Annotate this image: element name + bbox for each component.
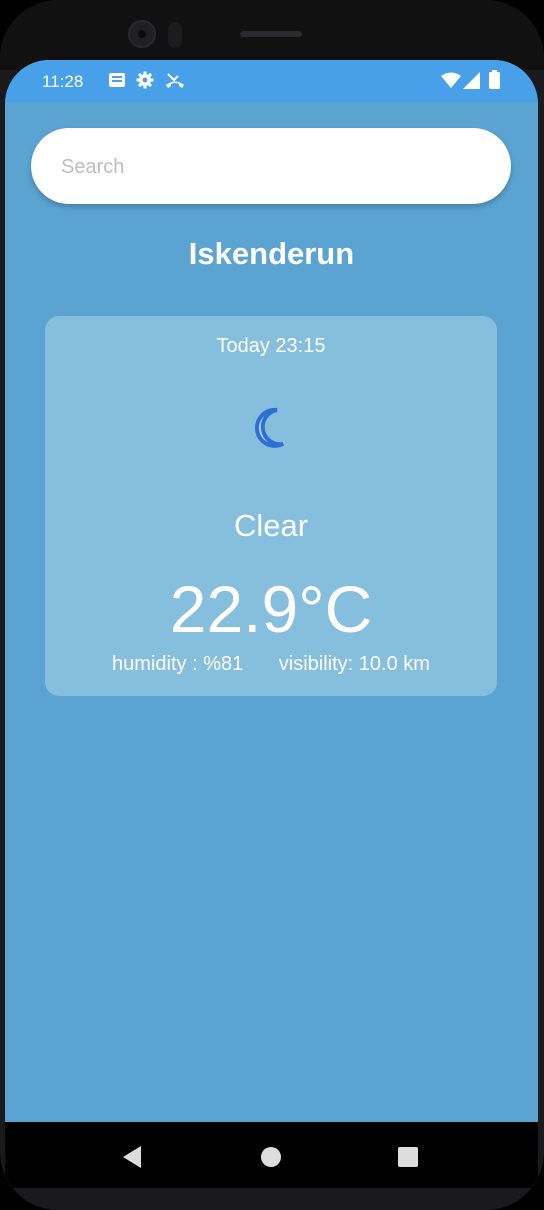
weather-datetime: Today 23:15	[216, 335, 326, 357]
status-bar: 11:28	[5, 60, 538, 102]
weather-card: Today 23:15 Clear 22.9°C humidity : %81 …	[45, 316, 497, 696]
city-title: Iskenderun	[188, 236, 355, 271]
back-icon[interactable]	[121, 1145, 143, 1174]
humidity-value: humidity : %81	[112, 653, 244, 675]
temperature: 22.9°C	[169, 572, 373, 646]
wifi-icon	[441, 72, 461, 94]
front-camera	[128, 20, 156, 48]
search-bar[interactable]	[31, 128, 511, 206]
visibility-value: visibility: 10.0 km	[278, 653, 430, 675]
app-screen: 11:28 Search Iskenderun Today 23:15 Clea…	[5, 60, 538, 1188]
notes-icon	[108, 71, 126, 94]
proximity-sensor	[168, 22, 182, 48]
earpiece-speaker	[240, 31, 302, 37]
weather-condition: Clear	[233, 508, 309, 543]
gear-icon	[136, 71, 154, 94]
status-time: 11:28	[42, 72, 84, 91]
home-icon[interactable]	[260, 1146, 282, 1173]
battery-icon	[489, 70, 500, 94]
search-input[interactable]	[59, 128, 483, 206]
navigation-bar	[5, 1122, 538, 1188]
moon-icon	[247, 404, 295, 457]
phone-frame: 11:28 Search Iskenderun Today 23:15 Clea…	[0, 0, 544, 1210]
recents-icon[interactable]	[398, 1147, 418, 1172]
signal-icon	[463, 72, 480, 94]
weather-details: humidity : %81 visibility: 10.0 km	[45, 653, 497, 676]
phone-missed-icon	[165, 71, 185, 94]
